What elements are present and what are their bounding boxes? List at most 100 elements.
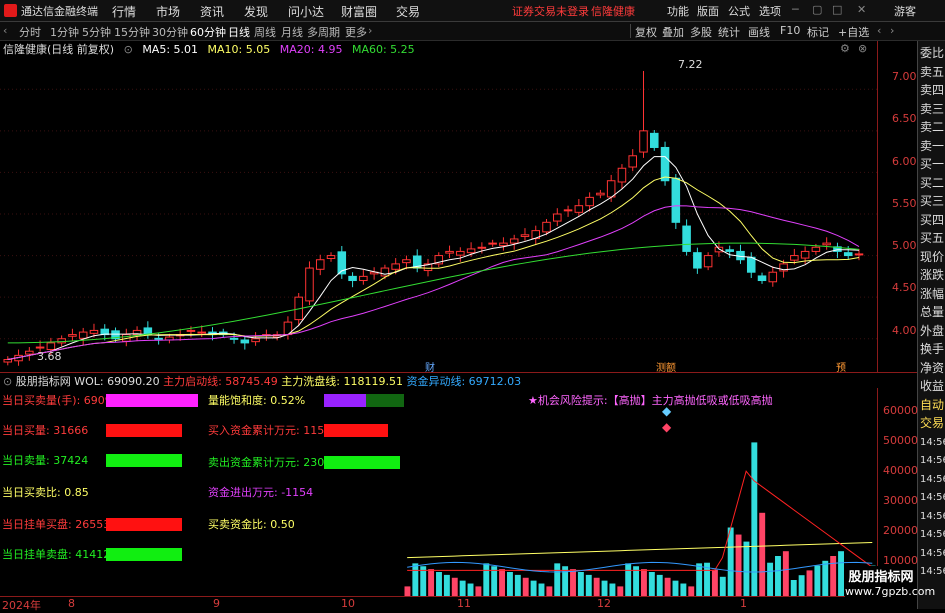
volume-bar [601,580,608,596]
period-more[interactable]: 更多 [345,24,367,40]
period-60min[interactable]: 60分钟 [190,24,226,40]
volume-bar [798,575,805,596]
order-panel-label: 卖三 [920,101,945,116]
candle-body [186,329,196,332]
volume-bar [664,577,671,596]
ma10-label: MA10: 5.05 [207,43,271,56]
volume-chart[interactable] [404,388,877,596]
volume-bar [443,574,450,596]
period-daily[interactable]: 日线 [228,24,250,40]
price-axis: 7.00 6.50 6.00 5.50 5.00 4.50 4.00 [877,41,918,372]
period-5min[interactable]: 5分钟 [82,24,111,40]
sub-indicator-icon[interactable]: ⊙ [3,375,12,388]
candle-body [606,180,616,198]
menu-gongshi[interactable]: 公式 [728,3,750,19]
toolbar-nav-right-icon[interactable]: › [890,24,894,37]
sub-indicator-name: 股朋指标网 [15,375,71,388]
candle-body [671,177,681,223]
minimize-icon[interactable]: ─ [792,3,799,16]
more-chevron-icon[interactable]: › [368,24,372,37]
period-fenshi[interactable]: 分时 [19,24,41,40]
candle-body [46,342,56,351]
volume-bar [538,583,545,596]
period-monthly[interactable]: 月线 [281,24,303,40]
wol-value: WOL: 69090.20 [74,375,160,388]
period-weekly[interactable]: 周线 [254,24,276,40]
volume-bar [782,551,789,596]
indicator-mid-4: 买卖资金比: 0.50 [208,518,295,531]
order-panel-label: 总量 [920,305,945,319]
indicator-mid-2: 卖出资金累计万元: 2308 [208,456,332,469]
ma20-label: MA20: 4.95 [279,43,343,56]
menu-shichang[interactable]: 市场 [156,3,180,20]
indicator-left-4: 当日挂单买盘: 26553 [2,518,111,531]
candle-body [499,242,508,247]
menu-jiaoyi[interactable]: 交易 [396,3,420,20]
gem-red-icon: ◆ [662,420,672,434]
volume-bar [617,586,624,596]
order-panel-label: 买五 [920,231,945,245]
main-wash-line: 主力洗盘线: 118119.51 [281,375,403,388]
current-stock: 信隆健康 [591,5,635,18]
volume-bar [688,586,695,596]
menu-banmian[interactable]: 版面 [697,3,719,19]
login-warning[interactable]: 证券交易未登录 [512,3,589,19]
candle-body [229,337,239,340]
indicator-bar [106,394,198,407]
toggle-left-icon[interactable]: ‹ [3,24,7,37]
tool-fuquan[interactable]: 复权 [635,24,657,40]
title-bar: 通达信金融终端 行情 市场 资讯 发现 问小达 财富圈 交易 证券交易未登录 信… [0,0,945,22]
toolbar-nav-left-icon[interactable]: ‹ [877,24,881,37]
watermark-line2: www.7gpzb.com [845,585,936,598]
menu-caifuquan[interactable]: 财富圈 [341,3,377,20]
user-guest[interactable]: 游客 [894,3,916,19]
menu-hangqing[interactable]: 行情 [112,3,136,20]
volume-tick: 50000 [883,434,918,447]
menu-zixun[interactable]: 资讯 [200,3,224,20]
candle-body [703,255,713,268]
candle-body [542,221,551,233]
tool-duogu[interactable]: 多股 [690,24,712,40]
period-30min[interactable]: 30分钟 [152,24,188,40]
watermark: 股朋指标网 www.7gpzb.com [845,566,936,606]
candle-body [800,250,810,259]
tool-diejia[interactable]: 叠加 [662,24,684,40]
sub-chart-header: ⊙ 股朋指标网 WOL: 69090.20 主力启动线: 58745.49 主力… [0,373,521,388]
candle-body [359,275,368,282]
order-panel-label: 14:56 [920,529,945,540]
candlestick-chart[interactable] [0,56,877,372]
period-15min[interactable]: 15分钟 [114,24,150,40]
dropdown-icon[interactable]: ⊙ [124,43,133,56]
ma5-label: MA5: 5.01 [142,43,199,56]
candle-body [402,259,411,264]
candle-body [553,213,562,222]
ma60-label: MA60: 5.25 [351,43,415,56]
candle-body [693,252,702,269]
maximize-icon[interactable]: □ [832,3,842,16]
restore-icon[interactable]: ▢ [812,3,822,16]
settings-gear-icon[interactable]: ⚙ [840,42,850,55]
menu-xuanxiang[interactable]: 选项 [759,3,781,19]
menu-wenxiaoda[interactable]: 问小达 [288,3,324,20]
tool-add-favorite[interactable]: +自选 [838,24,869,40]
volume-bar [436,572,442,596]
tool-huaxian[interactable]: 画线 [748,24,770,40]
menu-gongneng[interactable]: 功能 [667,3,689,19]
tool-biaoji[interactable]: 标记 [807,24,829,40]
chart-close-icon[interactable]: ⊗ [858,42,867,55]
candle-body [596,192,605,196]
period-1min[interactable]: 1分钟 [50,24,79,40]
volume-bar [830,556,837,596]
period-multi[interactable]: 多周期 [307,24,340,40]
volume-axis: 60000 50000 40000 30000 20000 10000 [877,388,918,596]
tool-tongji[interactable]: 统计 [718,24,740,40]
candle-body [380,267,390,277]
candle-body [790,255,799,261]
close-icon[interactable]: ✕ [857,3,866,16]
tool-f10[interactable]: F10 [780,24,800,37]
candle-body [628,155,637,168]
volume-bar [593,577,600,596]
menu-faxian[interactable]: 发现 [244,3,268,20]
indicator-panel: 当日买卖量(手): 69090 当日买量: 31666 当日卖量: 37424 当日买… [0,388,404,596]
order-panel-label: 14:56 [920,492,945,503]
